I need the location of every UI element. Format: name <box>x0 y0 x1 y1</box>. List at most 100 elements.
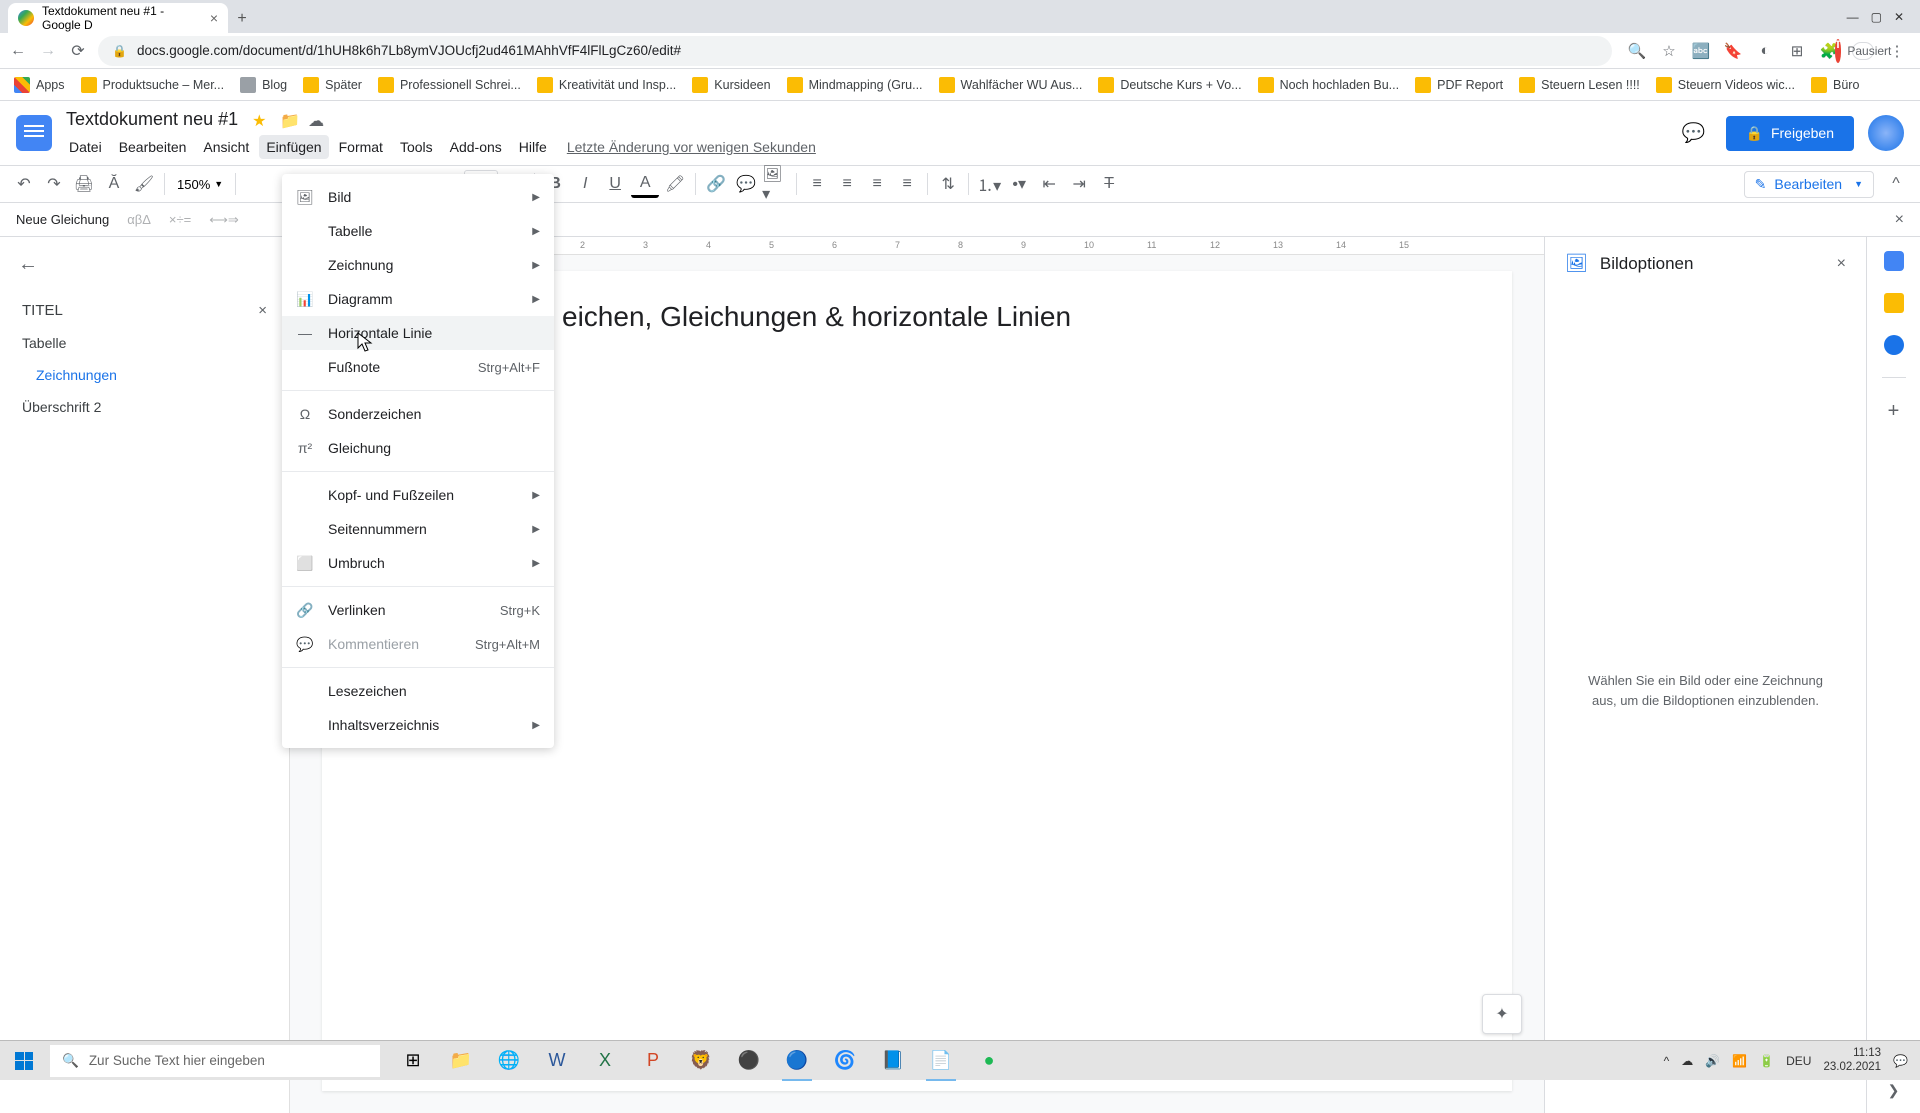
bookmark-item[interactable]: Mindmapping (Gru... <box>781 73 929 97</box>
collapse-toolbar-button[interactable]: ^ <box>1882 175 1910 193</box>
line-spacing-button[interactable]: ⇅ <box>934 170 962 198</box>
text-color-button[interactable]: A <box>631 170 659 198</box>
menu-item-lesezeichen[interactable]: Lesezeichen <box>282 674 554 708</box>
close-icon[interactable]: × <box>258 302 267 319</box>
arrows-button[interactable]: ⟷⇒ <box>209 212 239 228</box>
menu-einfügen[interactable]: Einfügen <box>259 135 328 159</box>
menu-item-fu-note[interactable]: FußnoteStrg+Alt+F <box>282 350 554 384</box>
bookmark-item[interactable]: Kursideen <box>686 73 776 97</box>
obs-icon[interactable]: ⚫ <box>726 1041 772 1081</box>
menu-item-umbruch[interactable]: ⬜Umbruch▶ <box>282 546 554 580</box>
outline-item[interactable]: Zeichnungen <box>18 359 271 391</box>
extension-icon[interactable]: 🔖 <box>1724 42 1742 60</box>
tab-close-icon[interactable]: × <box>210 10 218 26</box>
bookmark-item[interactable]: Kreativität und Insp... <box>531 73 682 97</box>
excel-icon[interactable]: X <box>582 1041 628 1081</box>
extension-icon[interactable]: ◐ <box>1756 42 1774 60</box>
insert-link-button[interactable]: 🔗 <box>702 170 730 198</box>
bookmark-item[interactable]: Wahlfächer WU Aus... <box>933 73 1089 97</box>
forward-button[interactable]: → <box>38 41 58 61</box>
maximize-icon[interactable]: ▢ <box>1871 10 1882 24</box>
share-button[interactable]: 🔒 Freigeben <box>1726 116 1854 151</box>
menu-item-diagramm[interactable]: 📊Diagramm▶ <box>282 282 554 316</box>
collapse-rail-icon[interactable]: ❯ <box>1888 1082 1900 1099</box>
menu-datei[interactable]: Datei <box>62 135 109 159</box>
align-left-button[interactable]: ≡ <box>803 170 831 198</box>
numbered-list-button[interactable]: ⒈▾ <box>975 170 1003 198</box>
bookmark-item[interactable]: Professionell Schrei... <box>372 73 527 97</box>
insert-comment-button[interactable]: 💬 <box>732 170 760 198</box>
taskbar-search[interactable]: 🔍 Zur Suche Text hier eingeben <box>50 1045 380 1077</box>
add-addon-icon[interactable]: + <box>1888 400 1900 423</box>
close-panel-icon[interactable]: × <box>1837 255 1846 273</box>
redo-button[interactable]: ↷ <box>40 170 68 198</box>
battery-icon[interactable]: 🔋 <box>1759 1054 1774 1068</box>
bookmark-item[interactable]: Apps <box>8 73 71 97</box>
user-avatar[interactable] <box>1868 115 1904 151</box>
calendar-icon[interactable] <box>1884 251 1904 271</box>
translate-icon[interactable]: 🔤 <box>1692 42 1710 60</box>
menu-item-gleichung[interactable]: π²Gleichung <box>282 431 554 465</box>
bookmark-item[interactable]: Produktsuche – Mer... <box>75 73 231 97</box>
menu-item-tabelle[interactable]: Tabelle▶ <box>282 214 554 248</box>
menu-item-zeichnung[interactable]: Zeichnung▶ <box>282 248 554 282</box>
spotify-icon[interactable]: ● <box>966 1041 1012 1081</box>
document-title[interactable]: Textdokument neu #1 <box>62 107 242 132</box>
move-icon[interactable]: 📁 <box>280 111 298 129</box>
network-icon[interactable]: 📶 <box>1732 1054 1747 1068</box>
operators-button[interactable]: ×÷= <box>169 212 191 227</box>
star-bookmark-icon[interactable]: ☆ <box>1660 42 1678 60</box>
app-icon[interactable]: 📘 <box>870 1041 916 1081</box>
paint-format-button[interactable]: 🖌 <box>130 170 158 198</box>
menu-format[interactable]: Format <box>332 135 390 159</box>
spellcheck-button[interactable]: Ă <box>100 170 128 198</box>
extension-icon[interactable]: ⊞ <box>1788 42 1806 60</box>
onedrive-icon[interactable]: ☁ <box>1681 1054 1693 1068</box>
comments-button[interactable]: 💬 <box>1676 115 1712 151</box>
menu-bearbeiten[interactable]: Bearbeiten <box>112 135 194 159</box>
menu-ansicht[interactable]: Ansicht <box>196 135 256 159</box>
align-center-button[interactable]: ≡ <box>833 170 861 198</box>
word-icon[interactable]: W <box>534 1041 580 1081</box>
align-justify-button[interactable]: ≡ <box>893 170 921 198</box>
chrome-menu-icon[interactable]: ⋮ <box>1888 42 1906 60</box>
menu-tools[interactable]: Tools <box>393 135 440 159</box>
menu-item-horizontale-linie[interactable]: —Horizontale Linie <box>282 316 554 350</box>
print-button[interactable]: 🖨 <box>70 170 98 198</box>
new-equation-button[interactable]: Neue Gleichung <box>16 212 109 227</box>
menu-item-kopf-und-fu-zeilen[interactable]: Kopf- und Fußzeilen▶ <box>282 478 554 512</box>
bookmark-item[interactable]: Noch hochladen Bu... <box>1252 73 1406 97</box>
chrome-icon[interactable]: 🔵 <box>774 1041 820 1081</box>
edge-icon[interactable]: 🌐 <box>486 1041 532 1081</box>
edge-browser-icon[interactable]: 🌀 <box>822 1041 868 1081</box>
menu-item-seitennummern[interactable]: Seitennummern▶ <box>282 512 554 546</box>
profile-chip[interactable]: T Pausiert <box>1852 42 1874 60</box>
language-indicator[interactable]: DEU <box>1786 1054 1811 1068</box>
app-icon[interactable]: 🦁 <box>678 1041 724 1081</box>
keep-icon[interactable] <box>1884 293 1904 313</box>
increase-indent-button[interactable]: ⇥ <box>1065 170 1093 198</box>
notepad-icon[interactable]: 📄 <box>918 1041 964 1081</box>
outline-item[interactable]: Tabelle <box>18 327 271 359</box>
decrease-indent-button[interactable]: ⇤ <box>1035 170 1063 198</box>
outline-back-icon[interactable]: ← <box>18 253 271 276</box>
reload-button[interactable]: ⟳ <box>68 41 88 61</box>
menu-hilfe[interactable]: Hilfe <box>512 135 554 159</box>
cloud-status-icon[interactable]: ☁ <box>308 111 326 129</box>
close-window-icon[interactable]: ✕ <box>1894 10 1904 24</box>
minimize-icon[interactable]: — <box>1847 10 1859 24</box>
volume-icon[interactable]: 🔊 <box>1705 1054 1720 1068</box>
highlight-button[interactable]: 🖍 <box>661 170 689 198</box>
bookmark-item[interactable]: Steuern Lesen !!!! <box>1513 73 1646 97</box>
bookmark-item[interactable]: Später <box>297 73 368 97</box>
tasks-icon[interactable] <box>1884 335 1904 355</box>
bookmark-item[interactable]: Blog <box>234 73 293 97</box>
clear-formatting-button[interactable]: T <box>1095 170 1123 198</box>
bulleted-list-button[interactable]: •▾ <box>1005 170 1033 198</box>
italic-button[interactable]: I <box>571 170 599 198</box>
docs-logo-icon[interactable] <box>16 115 52 151</box>
greek-letters-button[interactable]: αβΔ <box>127 212 151 227</box>
back-button[interactable]: ← <box>8 41 28 61</box>
outline-item[interactable]: TITEL× <box>18 294 271 327</box>
bookmark-item[interactable]: Steuern Videos wic... <box>1650 73 1801 97</box>
